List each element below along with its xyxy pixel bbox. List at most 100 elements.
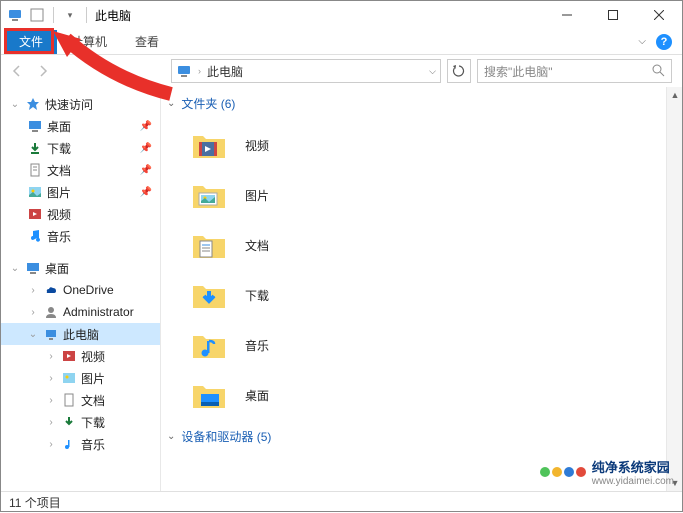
pc-icon — [5, 5, 25, 25]
chevron-down-icon[interactable]: ⌄ — [167, 98, 175, 109]
video-icon — [61, 348, 77, 364]
pin-icon: 📌 — [140, 187, 152, 198]
download-icon — [61, 414, 77, 430]
onedrive-icon — [43, 282, 59, 298]
tree-item-documents[interactable]: 文档 📌 — [1, 159, 160, 181]
chevron-right-icon[interactable]: › — [27, 307, 39, 318]
tree-item-downloads[interactable]: › 下载 — [1, 411, 160, 433]
help-icon[interactable]: ? — [656, 34, 672, 50]
chevron-down-icon[interactable]: ⌄ — [27, 329, 39, 340]
tree-item-pictures[interactable]: 图片 📌 — [1, 181, 160, 203]
picture-icon — [61, 370, 77, 386]
pc-icon — [176, 63, 192, 79]
address-bar-row: › 此电脑 ⌵ 搜索"此电脑" — [1, 55, 682, 87]
tree-label: 快速访问 — [45, 96, 93, 113]
window-controls — [544, 1, 682, 29]
window-title: 此电脑 — [95, 7, 131, 24]
picture-folder-icon — [191, 177, 227, 213]
video-icon — [27, 206, 43, 222]
chevron-right-icon[interactable]: › — [45, 373, 57, 384]
content-pane[interactable]: ⌄ 文件夹 (6) 视频 图片 文档 下载 — [161, 87, 666, 491]
search-icon — [651, 63, 665, 80]
desktop-icon — [27, 118, 43, 134]
qat-item[interactable] — [27, 5, 47, 25]
view-tab[interactable]: 查看 — [121, 30, 173, 53]
music-icon — [27, 228, 43, 244]
pin-icon: 📌 — [140, 143, 152, 154]
chevron-right-icon[interactable]: › — [45, 417, 57, 428]
chevron-right-icon[interactable]: › — [27, 285, 39, 296]
picture-icon — [27, 184, 43, 200]
chevron-down-icon[interactable]: ⌄ — [9, 99, 21, 110]
download-icon — [27, 140, 43, 156]
tree-item-this-pc[interactable]: ⌄ 此电脑 — [1, 323, 160, 345]
ribbon-tabs: 文件 计算机 查看 ⌵ ? — [1, 29, 682, 55]
pin-icon: 📌 — [140, 165, 152, 176]
scroll-down-icon[interactable]: ▼ — [667, 475, 683, 491]
folder-item-pictures[interactable]: 图片 — [161, 170, 666, 220]
tree-quick-access[interactable]: ⌄ 快速访问 — [1, 93, 160, 115]
computer-tab[interactable]: 计算机 — [57, 30, 121, 53]
folder-item-documents[interactable]: 文档 — [161, 220, 666, 270]
vertical-scrollbar[interactable]: ▲ ▼ — [666, 87, 682, 491]
chevron-right-icon[interactable]: › — [45, 395, 57, 406]
folder-item-downloads[interactable]: 下载 — [161, 270, 666, 320]
status-bar: 11 个项目 — [1, 491, 682, 513]
chevron-right-icon[interactable]: › — [45, 351, 57, 362]
folder-item-music[interactable]: 音乐 — [161, 320, 666, 370]
tree-item-documents[interactable]: › 文档 — [1, 389, 160, 411]
document-folder-icon — [191, 227, 227, 263]
tree-item-downloads[interactable]: 下载 📌 — [1, 137, 160, 159]
document-icon — [27, 162, 43, 178]
minimize-button[interactable] — [544, 1, 590, 29]
tree-item-videos[interactable]: › 视频 — [1, 345, 160, 367]
separator — [53, 7, 54, 23]
ribbon-expand-icon[interactable]: ⌵ — [638, 36, 646, 47]
desktop-icon — [25, 260, 41, 276]
separator — [86, 7, 87, 23]
file-tab[interactable]: 文件 — [5, 30, 57, 54]
breadcrumb-sep: › — [198, 66, 201, 76]
tree-item-user[interactable]: › Administrator — [1, 301, 160, 323]
chevron-down-icon[interactable]: ⌄ — [9, 263, 21, 274]
nav-forward-button[interactable] — [31, 59, 55, 83]
close-button[interactable] — [636, 1, 682, 29]
address-box[interactable]: › 此电脑 ⌵ — [171, 59, 441, 83]
pc-icon — [43, 326, 59, 342]
navigation-pane[interactable]: ⌄ 快速访问 桌面 📌 下载 📌 文档 📌 图片 📌 视频 — [1, 87, 161, 491]
maximize-button[interactable] — [590, 1, 636, 29]
download-folder-icon — [191, 277, 227, 313]
tree-item-music[interactable]: › 音乐 — [1, 433, 160, 455]
tree-item-pictures[interactable]: › 图片 — [1, 367, 160, 389]
address-dropdown-icon[interactable]: ⌵ — [429, 66, 436, 77]
folder-item-desktop[interactable]: 桌面 — [161, 370, 666, 420]
tree-desktop-root[interactable]: ⌄ 桌面 — [1, 257, 160, 279]
search-placeholder: 搜索"此电脑" — [484, 63, 553, 80]
status-text: 11 个项目 — [9, 494, 61, 511]
quick-access-toolbar: ▾ — [1, 5, 91, 25]
tree-item-onedrive[interactable]: › OneDrive — [1, 279, 160, 301]
scroll-up-icon[interactable]: ▲ — [667, 87, 683, 103]
folder-item-videos[interactable]: 视频 — [161, 120, 666, 170]
group-header-devices[interactable]: ⌄ 设备和驱动器 (5) — [161, 420, 666, 453]
address-location[interactable]: 此电脑 — [207, 63, 423, 80]
tree-item-music[interactable]: 音乐 — [1, 225, 160, 247]
music-icon — [61, 436, 77, 452]
star-icon — [25, 96, 41, 112]
qat-dropdown-icon[interactable]: ▾ — [60, 5, 80, 25]
main-area: ⌄ 快速访问 桌面 📌 下载 📌 文档 📌 图片 📌 视频 — [1, 87, 682, 491]
nav-back-button[interactable] — [5, 59, 29, 83]
tree-item-desktop[interactable]: 桌面 📌 — [1, 115, 160, 137]
group-header-folders[interactable]: ⌄ 文件夹 (6) — [161, 87, 666, 120]
chevron-down-icon[interactable]: ⌄ — [167, 431, 175, 442]
chevron-right-icon[interactable]: › — [45, 439, 57, 450]
pin-icon: 📌 — [140, 121, 152, 132]
refresh-button[interactable] — [447, 59, 471, 83]
tree-item-videos[interactable]: 视频 — [1, 203, 160, 225]
title-bar: ▾ 此电脑 — [1, 1, 682, 29]
user-icon — [43, 304, 59, 320]
desktop-folder-icon — [191, 377, 227, 413]
video-folder-icon — [191, 127, 227, 163]
search-input[interactable]: 搜索"此电脑" — [477, 59, 672, 83]
document-icon — [61, 392, 77, 408]
